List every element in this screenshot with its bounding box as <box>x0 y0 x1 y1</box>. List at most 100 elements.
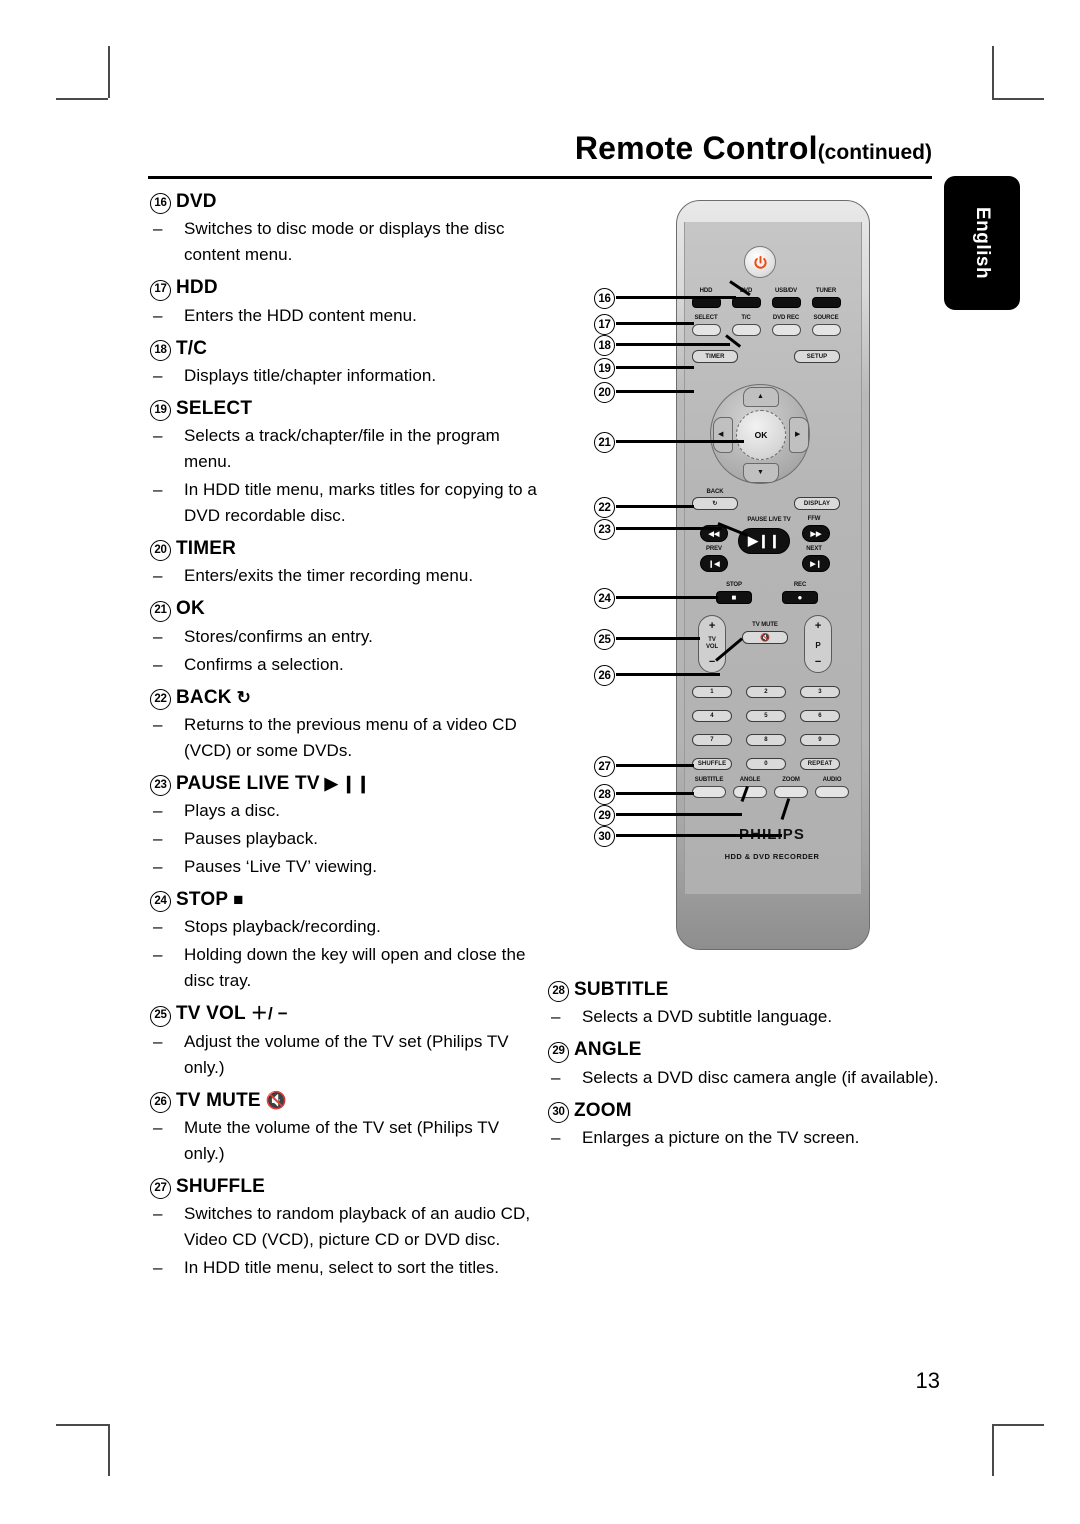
button-numeric-1[interactable]: 1 <box>692 686 732 698</box>
entry-bullet: – Stops playback/recording. <box>150 914 542 940</box>
entry-number-30: 30 <box>548 1099 574 1123</box>
button-numeric-0[interactable]: 0 <box>746 758 786 770</box>
page-title-main: Remote Control <box>574 130 818 166</box>
button-numeric-8[interactable]: 8 <box>746 734 786 746</box>
button-tuner[interactable] <box>812 297 841 308</box>
button-record[interactable]: ● <box>782 591 818 604</box>
leader-line-27 <box>616 764 694 767</box>
entry-26: 26 TV MUTE 🔇 – Mute the volume of the TV se… <box>150 1089 542 1167</box>
label-tc: T/C <box>741 315 751 321</box>
leader-line-19 <box>616 366 694 369</box>
bullet-text: Enters/exits the timer recording menu. <box>184 566 474 586</box>
leader-line-20 <box>616 390 694 393</box>
remote-control-illustration: HDD DVD USB/DV TUNER SELECT T/C DVD REC … <box>592 192 892 962</box>
bullet-text: In HDD title menu, marks titles for copy… <box>184 480 537 525</box>
callout-25: 25 <box>594 629 615 650</box>
button-audio[interactable] <box>815 786 849 798</box>
label-source: SOURCE <box>813 315 839 321</box>
callout-18: 18 <box>594 335 615 356</box>
label-p-minus: − <box>814 656 822 668</box>
bullet-dash: – <box>551 1067 561 1087</box>
entry-bullet: – Adjust the volume of the TV set (Philip… <box>150 1029 542 1081</box>
title-divider <box>148 176 932 179</box>
bullet-text: Plays a disc. <box>184 801 281 820</box>
bullet-dash: – <box>153 714 163 734</box>
button-numeric-4[interactable]: 4 <box>692 710 732 722</box>
label-back: BACK <box>706 489 724 495</box>
button-setup[interactable]: SETUP <box>794 350 840 363</box>
button-repeat[interactable]: REPEAT <box>800 758 840 770</box>
bullet-dash: – <box>153 917 163 937</box>
leader-line-22 <box>616 505 694 508</box>
label-prev: PREV <box>706 546 722 552</box>
label-dvd-rec: DVD REC <box>772 315 800 321</box>
button-numeric-3[interactable]: 3 <box>800 686 840 698</box>
entry-label-28: SUBTITLE <box>574 979 669 1000</box>
leader-line-28 <box>616 792 694 795</box>
bullet-dash: – <box>153 626 163 646</box>
entry-bullet: – Plays a disc. <box>150 798 542 824</box>
button-usb-dv[interactable] <box>772 297 801 308</box>
button-numeric-7[interactable]: 7 <box>692 734 732 746</box>
ok-button[interactable]: OK <box>736 410 786 460</box>
power-button[interactable] <box>744 246 776 278</box>
entry-number-24: 24 <box>150 888 176 913</box>
button-display[interactable]: DISPLAY <box>794 497 840 510</box>
label-tv-vol-minus: − <box>708 656 716 668</box>
button-select[interactable] <box>692 324 721 336</box>
entry-heading-16: 16 DVD <box>150 190 542 215</box>
label-tv-vol: TV VOL <box>705 637 719 650</box>
entry-heading-29: 29 ANGLE <box>548 1038 940 1063</box>
button-dvd-rec[interactable] <box>772 324 801 336</box>
button-previous[interactable]: ❙◀ <box>700 555 728 572</box>
entry-21: 21 OK – Stores/confirms an entry. – Confirms … <box>150 597 542 677</box>
entry-bullet: – Mute the volume of the TV set (Philips … <box>150 1115 542 1167</box>
label-p: P <box>815 641 821 650</box>
button-next[interactable]: ▶❙ <box>802 555 830 572</box>
button-tc[interactable] <box>732 324 761 336</box>
entry-25: 25 TV VOL ＋/ − – Adjust the volume of the T… <box>150 1002 542 1080</box>
button-zoom[interactable] <box>774 786 808 798</box>
button-numeric-2[interactable]: 2 <box>746 686 786 698</box>
button-stop[interactable]: ■ <box>716 591 752 604</box>
button-timer[interactable]: TIMER <box>692 350 738 363</box>
label-tuner: TUNER <box>815 288 837 294</box>
entry-23: 23 PAUSE LIVE TV ▶ ❙❙ – Plays a disc. – Pause… <box>150 772 542 880</box>
callout-19: 19 <box>594 358 615 379</box>
power-icon <box>753 255 767 269</box>
entry-heading-17: 17 HDD <box>150 276 542 301</box>
button-angle[interactable] <box>733 786 767 798</box>
button-pause-live-tv[interactable]: ▶❙❙ <box>738 528 790 554</box>
button-source[interactable] <box>812 324 841 336</box>
label-audio: AUDIO <box>822 777 842 783</box>
navigation-pad[interactable]: ▲ ▼ ◀ ▶ OK <box>710 384 810 484</box>
button-shuffle[interactable]: SHUFFLE <box>692 758 732 770</box>
entry-number-21: 21 <box>150 597 176 622</box>
entry-bullet: – Switches to disc mode or displays the d… <box>150 216 542 268</box>
entry-glyph-25: ＋/ − <box>245 1004 288 1024</box>
button-fast-forward[interactable]: ▶▶ <box>802 525 830 542</box>
page-title-continued: (continued) <box>817 141 932 164</box>
bullet-dash: – <box>153 426 163 445</box>
entry-glyph-23: ▶ ❙❙ <box>319 773 371 793</box>
entry-bullet: – In HDD title menu, select to sort the t… <box>150 1255 542 1281</box>
bullet-dash: – <box>551 1127 561 1147</box>
entry-20: 20 TIMER – Enters/exits the timer recording… <box>150 537 542 589</box>
label-tv-mute: TV MUTE <box>752 622 778 628</box>
bullet-text: Stores/confirms an entry. <box>184 626 373 646</box>
bullet-dash: – <box>153 1258 163 1277</box>
entry-heading-21: 21 OK <box>150 597 542 622</box>
button-numeric-6[interactable]: 6 <box>800 710 840 722</box>
button-dvd[interactable] <box>732 297 761 308</box>
bullet-dash: – <box>153 1117 163 1137</box>
callout-30: 30 <box>594 826 615 847</box>
button-subtitle[interactable] <box>692 786 726 798</box>
button-numeric-5[interactable]: 5 <box>746 710 786 722</box>
entry-24: 24 STOP ■ – Stops playback/recording. – Holdi… <box>150 888 542 994</box>
button-back[interactable]: ↻ <box>692 497 738 510</box>
arrow-down-icon: ▼ <box>757 469 764 476</box>
bullet-dash: – <box>153 945 163 965</box>
button-numeric-9[interactable]: 9 <box>800 734 840 746</box>
language-tab: English <box>944 176 1020 310</box>
button-tv-mute[interactable]: 🔇 <box>742 631 788 644</box>
